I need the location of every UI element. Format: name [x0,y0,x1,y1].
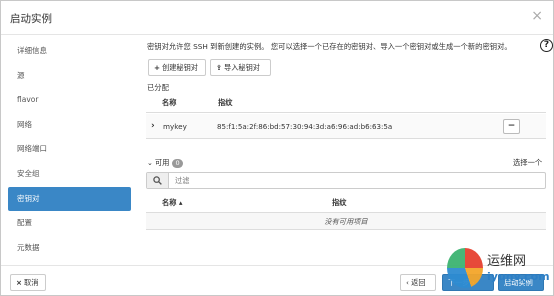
cancel-label: 取消 [24,278,39,287]
available-count-badge: 0 [172,159,183,168]
table-row: › mykey 85:f1:5a:2f:86:bd:57:30:94:3d:a6… [146,114,546,139]
remove-button[interactable]: − [503,119,520,134]
empty-state-row: 没有可用项目 [146,213,546,230]
nav-item-flavor[interactable]: flavor [8,88,131,113]
plus-icon: + [154,63,161,72]
create-key-pair-label: 创建秘钥对 [162,63,198,72]
search-icon [147,173,169,188]
sort-asc-icon: ▴ [178,198,183,207]
launch-instance-dialog: 启动实例 × 详细信息 源 flavor 网络 网络端口 安全组 密钥对 配置 … [0,0,554,296]
filter-input[interactable] [175,175,535,186]
dialog-header: 启动实例 × [1,1,553,35]
filter-box [146,172,546,189]
available-section-toggle[interactable]: ⌄ 可用 0 [147,158,183,168]
nav-item-security-groups[interactable]: 安全组 [8,162,131,187]
nav-item-network-ports[interactable]: 网络端口 [8,137,131,162]
key-fingerprint: 85:f1:5a:2f:86:bd:57:30:94:3d:a6:96:ad:b… [217,122,393,131]
nav-item-details[interactable]: 详细信息 [8,39,131,64]
cancel-button[interactable]: × 取消 [10,274,46,291]
watermark: 运维网 iyunv.com [447,244,551,296]
wizard-nav: 详细信息 源 flavor 网络 网络端口 安全组 密钥对 配置 元数据 [8,39,131,260]
available-header-name[interactable]: 名称 ▴ [162,198,183,208]
chevron-down-icon: ⌄ [147,159,153,167]
nav-item-metadata[interactable]: 元数据 [8,236,131,261]
nav-item-configuration[interactable]: 配置 [8,211,131,236]
available-section-title: 可用 [154,158,170,167]
watermark-domain: iyunv.com [487,270,550,283]
allocated-header-fingerprint: 指纹 [218,98,233,107]
allocated-section-title: 已分配 [147,83,169,92]
close-icon[interactable]: × [531,8,543,24]
nav-item-key-pair[interactable]: 密钥对 [8,186,131,212]
nav-item-networks[interactable]: 网络 [8,113,131,138]
allocated-header-name: 名称 [162,98,177,107]
nav-item-source[interactable]: 源 [8,64,131,89]
create-key-pair-button[interactable]: + 创建秘钥对 [148,59,206,76]
chevron-right-icon[interactable]: › [151,121,155,131]
available-header-name-label: 名称 [162,198,177,207]
import-key-pair-button[interactable]: ⇪ 导入秘钥对 [210,59,271,76]
divider [146,112,546,113]
watermark-site-name: 运维网 [487,254,527,269]
key-name: mykey [163,122,187,131]
help-icon[interactable]: ? [540,39,553,52]
watermark-logo-icon [447,248,483,288]
close-icon: × [16,278,23,287]
upload-icon: ⇪ [216,63,223,72]
dialog-title: 启动实例 [10,13,52,25]
panel-description: 密钥对允许您 SSH 到新创建的实例。 您可以选择一个已存在的密钥对、导入一个密… [147,42,512,51]
import-key-pair-label: 导入秘钥对 [224,63,260,72]
select-one-hint: 选择一个 [513,158,543,167]
back-button[interactable]: ‹ 返回 [400,274,436,291]
available-header-fingerprint: 指纹 [332,198,347,207]
